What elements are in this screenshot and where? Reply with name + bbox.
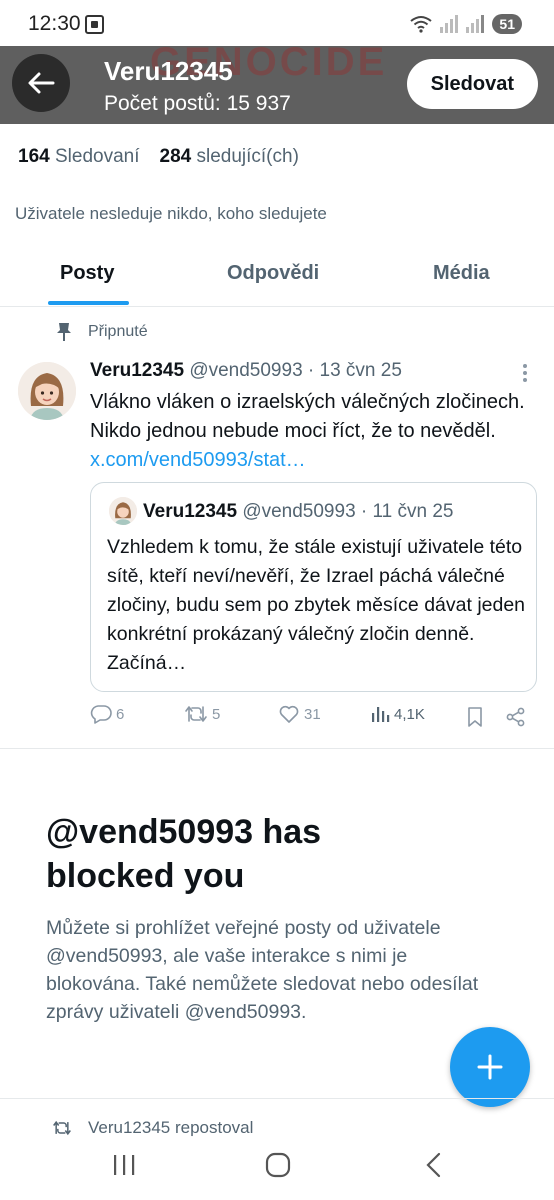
- tab-replies[interactable]: Odpovědi: [227, 262, 319, 285]
- quote-text: Vzhledem k tomu, že stále existují uživa…: [107, 536, 526, 674]
- quote-handle-date: @vend50993 · 11 čvn 25: [242, 501, 454, 522]
- share-icon[interactable]: [506, 707, 526, 727]
- heart-icon: [279, 705, 299, 723]
- post-header: Veru12345 @vend50993 · 13 čvn 25: [90, 360, 402, 382]
- views-button[interactable]: 4,1K: [370, 704, 425, 724]
- post-actions: 6 5 31 4,1K: [90, 704, 530, 732]
- profile-name: Veru12345: [104, 56, 233, 86]
- blocked-description: Můžete si prohlížet veřejné posty od uži…: [46, 917, 479, 1023]
- profile-tabs: Posty Odpovědi Média: [0, 246, 554, 307]
- avatar-illustration: [18, 362, 76, 420]
- following-label: Sledovaní: [54, 146, 140, 167]
- status-bar: 12:30 51: [0, 0, 554, 46]
- repost-icon: [185, 706, 207, 722]
- followers-count: 284: [159, 146, 192, 167]
- views-count: 4,1K: [394, 705, 425, 723]
- mutual-followers-note: Uživatele nesleduje nikdo, koho sledujet…: [15, 204, 327, 223]
- pin-icon: [57, 323, 71, 341]
- more-options-icon[interactable]: [518, 362, 532, 384]
- quoted-post[interactable]: Veru12345 @vend50993 · 11 čvn 25 Vzhlede…: [90, 482, 537, 692]
- following-count: 164: [18, 146, 50, 167]
- bookmark-icon[interactable]: [466, 706, 484, 728]
- pinned-text: Připnuté: [88, 323, 148, 340]
- blocked-title: @vend50993 has blocked you: [46, 813, 322, 895]
- post-link[interactable]: x.com/vend50993/stat…: [90, 449, 306, 471]
- divider: [0, 748, 554, 749]
- follow-button[interactable]: Sledovat: [406, 59, 538, 109]
- reply-button[interactable]: 6: [90, 704, 124, 724]
- following-link[interactable]: 164 Sledovaní: [18, 146, 140, 168]
- battery-indicator: 51: [492, 14, 522, 34]
- pinned-label: Připnuté: [56, 322, 148, 342]
- author-name[interactable]: Veru12345: [90, 360, 184, 381]
- repost-note-text: Veru12345 repostoval: [88, 1118, 254, 1137]
- arrow-left-icon: [28, 72, 55, 94]
- back-button[interactable]: [12, 54, 70, 112]
- screenshot-icon: [85, 15, 104, 34]
- followers-link[interactable]: 284 sledující(ch): [160, 146, 299, 168]
- reply-icon: [90, 705, 112, 724]
- back-nav-icon[interactable]: [424, 1152, 442, 1178]
- followers-label: sledující(ch): [196, 146, 299, 167]
- post-body: Vlákno vláken o izraelských válečných zl…: [90, 391, 525, 442]
- repost-note: Veru12345 repostoval: [52, 1118, 253, 1138]
- profile-header: GENOCIDE Veru12345 Počet postů: 15 937 S…: [0, 46, 554, 124]
- status-time: 12:30: [28, 12, 81, 35]
- author-handle-date: @vend50993 · 13 čvn 25: [189, 360, 402, 381]
- repost-count: 5: [212, 705, 221, 723]
- plus-icon: [477, 1054, 503, 1080]
- signal-icon-2: [466, 15, 485, 33]
- system-nav-bar: [0, 1136, 554, 1200]
- wifi-icon: [410, 16, 433, 33]
- follow-stats: 164 Sledovaní 284 sledující(ch): [18, 146, 299, 168]
- reply-count: 6: [116, 705, 125, 723]
- quote-avatar: [109, 497, 137, 525]
- tab-media[interactable]: Média: [433, 262, 490, 285]
- compose-button[interactable]: [450, 1027, 530, 1107]
- active-tab-indicator: [48, 301, 129, 305]
- tab-posts[interactable]: Posty: [60, 262, 114, 285]
- signal-icon: [440, 15, 459, 33]
- quote-author-name: Veru12345: [143, 501, 238, 522]
- home-icon[interactable]: [265, 1152, 291, 1178]
- post-count: Počet postů: 15 937: [104, 92, 291, 115]
- repost-small-icon: [53, 1120, 71, 1136]
- like-button[interactable]: 31: [278, 704, 321, 724]
- quote-header: Veru12345 @vend50993 · 11 čvn 25: [143, 501, 454, 523]
- status-indicators: 51: [410, 14, 522, 34]
- post-text: Vlákno vláken o izraelských válečných zl…: [90, 388, 538, 475]
- avatar-illustration-small: [109, 497, 137, 525]
- repost-button[interactable]: 5: [184, 704, 220, 724]
- like-count: 31: [304, 705, 321, 723]
- avatar[interactable]: [18, 362, 76, 420]
- views-chart-icon: [372, 707, 390, 722]
- divider: [0, 1098, 554, 1099]
- recent-apps-icon[interactable]: [112, 1152, 136, 1178]
